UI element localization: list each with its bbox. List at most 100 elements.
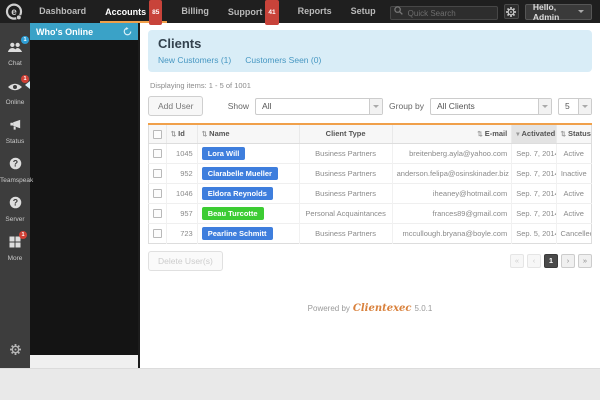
version-text: 5.0.1 [415, 304, 433, 313]
row-checkbox[interactable] [153, 209, 162, 218]
user-menu-label: Hello, Admin [533, 2, 574, 22]
nav-setup[interactable]: Setup [346, 0, 381, 23]
cell-client-type: Business Partners [299, 223, 392, 243]
cell-email: frances89@gmail.com [392, 203, 512, 223]
cell-id: 1045 [166, 143, 197, 163]
user-menu-button[interactable]: Hello, Admin [525, 4, 592, 20]
sidebar-item-online[interactable]: 1 Online [0, 72, 30, 111]
clients-links: New Customers (1) Customers Seen (0) [158, 55, 582, 65]
column-header-client-type[interactable]: Client Type [299, 124, 392, 143]
quick-search [390, 3, 498, 21]
icon-sidebar: 1 Chat 1 Online [0, 23, 30, 368]
page-title: Clients [158, 36, 582, 51]
sidebar-settings-button[interactable] [0, 342, 30, 360]
chevron-down-icon [578, 99, 591, 114]
nav-support[interactable]: Support41 [223, 0, 284, 23]
cell-activated: Sep. 7, 2014 [512, 183, 556, 203]
cell-activated: Sep. 5, 2014 [512, 223, 556, 243]
client-name-badge[interactable]: Lora Will [202, 147, 246, 160]
cell-email: breitenberg.ayla@yahoo.com [392, 143, 512, 163]
sidebar-label: More [0, 255, 30, 262]
column-header-status[interactable]: ⇅Status [556, 124, 591, 143]
cell-status: Cancelled [556, 223, 591, 243]
row-checkbox[interactable] [153, 229, 162, 238]
chevron-down-icon [578, 10, 584, 13]
nav-label: Billing [181, 6, 209, 16]
column-header-id[interactable]: ⇅Id [166, 124, 197, 143]
column-header-name[interactable]: ⇅Name [197, 124, 299, 143]
row-checkbox[interactable] [153, 149, 162, 158]
pagination-page-1[interactable]: 1 [544, 254, 558, 268]
select-all-checkbox[interactable] [153, 130, 162, 139]
clientexec-logo-icon[interactable]: e [0, 3, 28, 21]
sort-icon: ⇅ [477, 131, 482, 138]
client-name-badge[interactable]: Pearline Schmitt [202, 227, 273, 240]
sidebar-item-teamspeak[interactable]: ? Teamspeak [0, 150, 30, 189]
link-new-customers[interactable]: New Customers (1) [158, 55, 231, 65]
column-header-activated[interactable]: ▾Activated [512, 124, 556, 143]
row-checkbox[interactable] [153, 189, 162, 198]
sort-desc-icon: ▾ [516, 131, 519, 138]
chevron-down-icon [538, 99, 551, 114]
nav-dashboard[interactable]: Dashboard [34, 0, 91, 23]
sidebar-label: Teamspeak [0, 177, 30, 184]
sidebar-item-server[interactable]: ? Server [0, 189, 30, 228]
nav-billing[interactable]: Billing [176, 0, 214, 23]
page-size-select[interactable]: 5 [558, 98, 592, 115]
quick-search-input[interactable] [390, 6, 498, 20]
nav-label: Accounts [105, 7, 146, 17]
powered-by-text: Powered by [308, 304, 350, 313]
show-filter-select[interactable]: All [255, 98, 383, 115]
group-by-label: Group by [389, 101, 424, 111]
cell-activated: Sep. 7, 2014 [512, 143, 556, 163]
add-user-button[interactable]: Add User [148, 96, 203, 116]
cell-client-type: Business Partners [299, 163, 392, 183]
whos-online-header: Who's Online [30, 23, 138, 40]
link-customers-seen[interactable]: Customers Seen (0) [245, 55, 321, 65]
nav-accounts[interactable]: Accounts85 [100, 0, 167, 23]
svg-text:?: ? [12, 159, 17, 169]
nav-label: Setup [351, 6, 376, 16]
primary-nav: Dashboard Accounts85 Billing Support41 R… [34, 0, 390, 23]
accounts-count-badge: 85 [149, 0, 162, 25]
pagination-first[interactable]: « [510, 254, 524, 268]
sidebar-item-status[interactable]: Status [0, 111, 30, 150]
pagination-prev[interactable]: ‹ [527, 254, 541, 268]
sidebar-label: Chat [0, 60, 30, 67]
top-navigation-bar: e Dashboard Accounts85 Billing Support41… [0, 0, 600, 23]
sort-icon: ⇅ [202, 131, 207, 138]
settings-button[interactable] [504, 4, 519, 19]
gear-icon [506, 7, 516, 17]
pagination-last[interactable]: » [578, 254, 592, 268]
delete-users-button[interactable]: Delete User(s) [148, 251, 223, 271]
sidebar-item-chat[interactable]: 1 Chat [0, 33, 30, 72]
table-row: 723 Pearline Schmitt Business Partners m… [149, 223, 592, 243]
eye-icon: 1 [7, 79, 23, 97]
main-content: Clients New Customers (1) Customers Seen… [140, 23, 600, 368]
grid-icon: 1 [9, 235, 21, 253]
cell-status: Active [556, 143, 591, 163]
sidebar-label: Online [0, 99, 30, 106]
client-name-badge[interactable]: Clarabelle Mueller [202, 167, 278, 180]
gear-icon [10, 344, 21, 355]
column-header-email[interactable]: ⇅E-mail [392, 124, 512, 143]
client-name-badge[interactable]: Beau Turcotte [202, 207, 264, 220]
sidebar-item-more[interactable]: 1 More [0, 228, 30, 267]
brand-logo-text[interactable]: Clientexec [353, 303, 412, 314]
client-name-badge[interactable]: Eldora Reynolds [202, 187, 273, 200]
cell-client-type: Business Partners [299, 143, 392, 163]
group-by-select[interactable]: All Clients [430, 98, 552, 115]
page-size-value: 5 [559, 99, 578, 114]
nav-reports[interactable]: Reports [293, 0, 337, 23]
refresh-icon[interactable] [123, 27, 132, 36]
topbar-right-controls: Hello, Admin [390, 3, 600, 21]
chevron-down-icon [369, 99, 382, 114]
cell-activated: Sep. 7, 2014 [512, 203, 556, 223]
nav-label: Support [228, 7, 263, 17]
cell-status: Inactive [556, 163, 591, 183]
pagination-next[interactable]: › [561, 254, 575, 268]
app-window: e Dashboard Accounts85 Billing Support41… [0, 0, 600, 400]
row-checkbox[interactable] [153, 169, 162, 178]
pagination: « ‹ 1 › » [510, 254, 592, 268]
cell-email: anderson.felipa@osinskinader.biz [392, 163, 512, 183]
